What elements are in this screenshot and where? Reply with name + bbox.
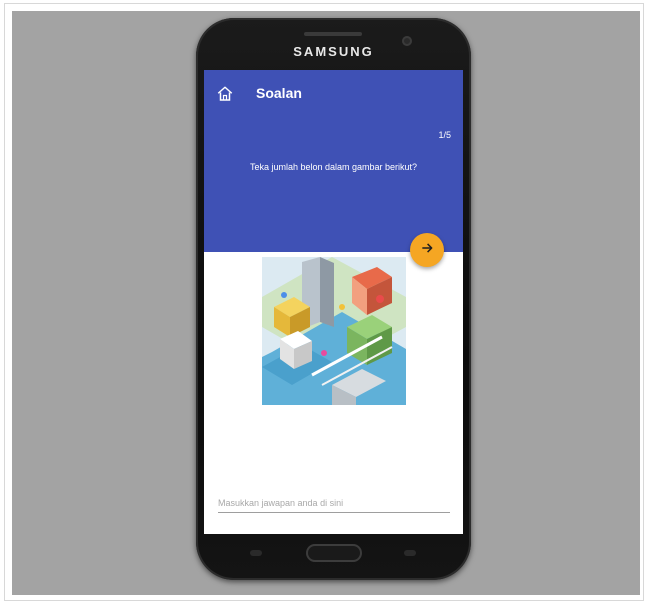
front-camera [402,36,412,46]
phone-speaker [304,32,362,36]
app-title: Soalan [256,85,302,101]
answer-input[interactable] [218,494,450,513]
isometric-city-image [262,257,406,405]
next-button[interactable] [410,233,444,267]
recent-apps-key[interactable] [250,550,262,556]
home-icon[interactable] [216,85,234,103]
back-key[interactable] [404,550,416,556]
app-screen: Soalan 1/5 Teka jumlah belon dalam gamba… [204,70,463,534]
question-text: Teka jumlah belon dalam gambar berikut? [249,162,418,172]
device-brand: SAMSUNG [293,44,374,59]
question-illustration [262,257,406,405]
phone-device: SAMSUNG Soalan 1/5 Teka jumlah belon dal… [196,18,471,580]
arrow-right-icon [420,241,434,260]
app-bar: Soalan [204,70,463,122]
question-counter: 1/5 [438,130,451,140]
physical-home-button[interactable] [306,544,362,562]
